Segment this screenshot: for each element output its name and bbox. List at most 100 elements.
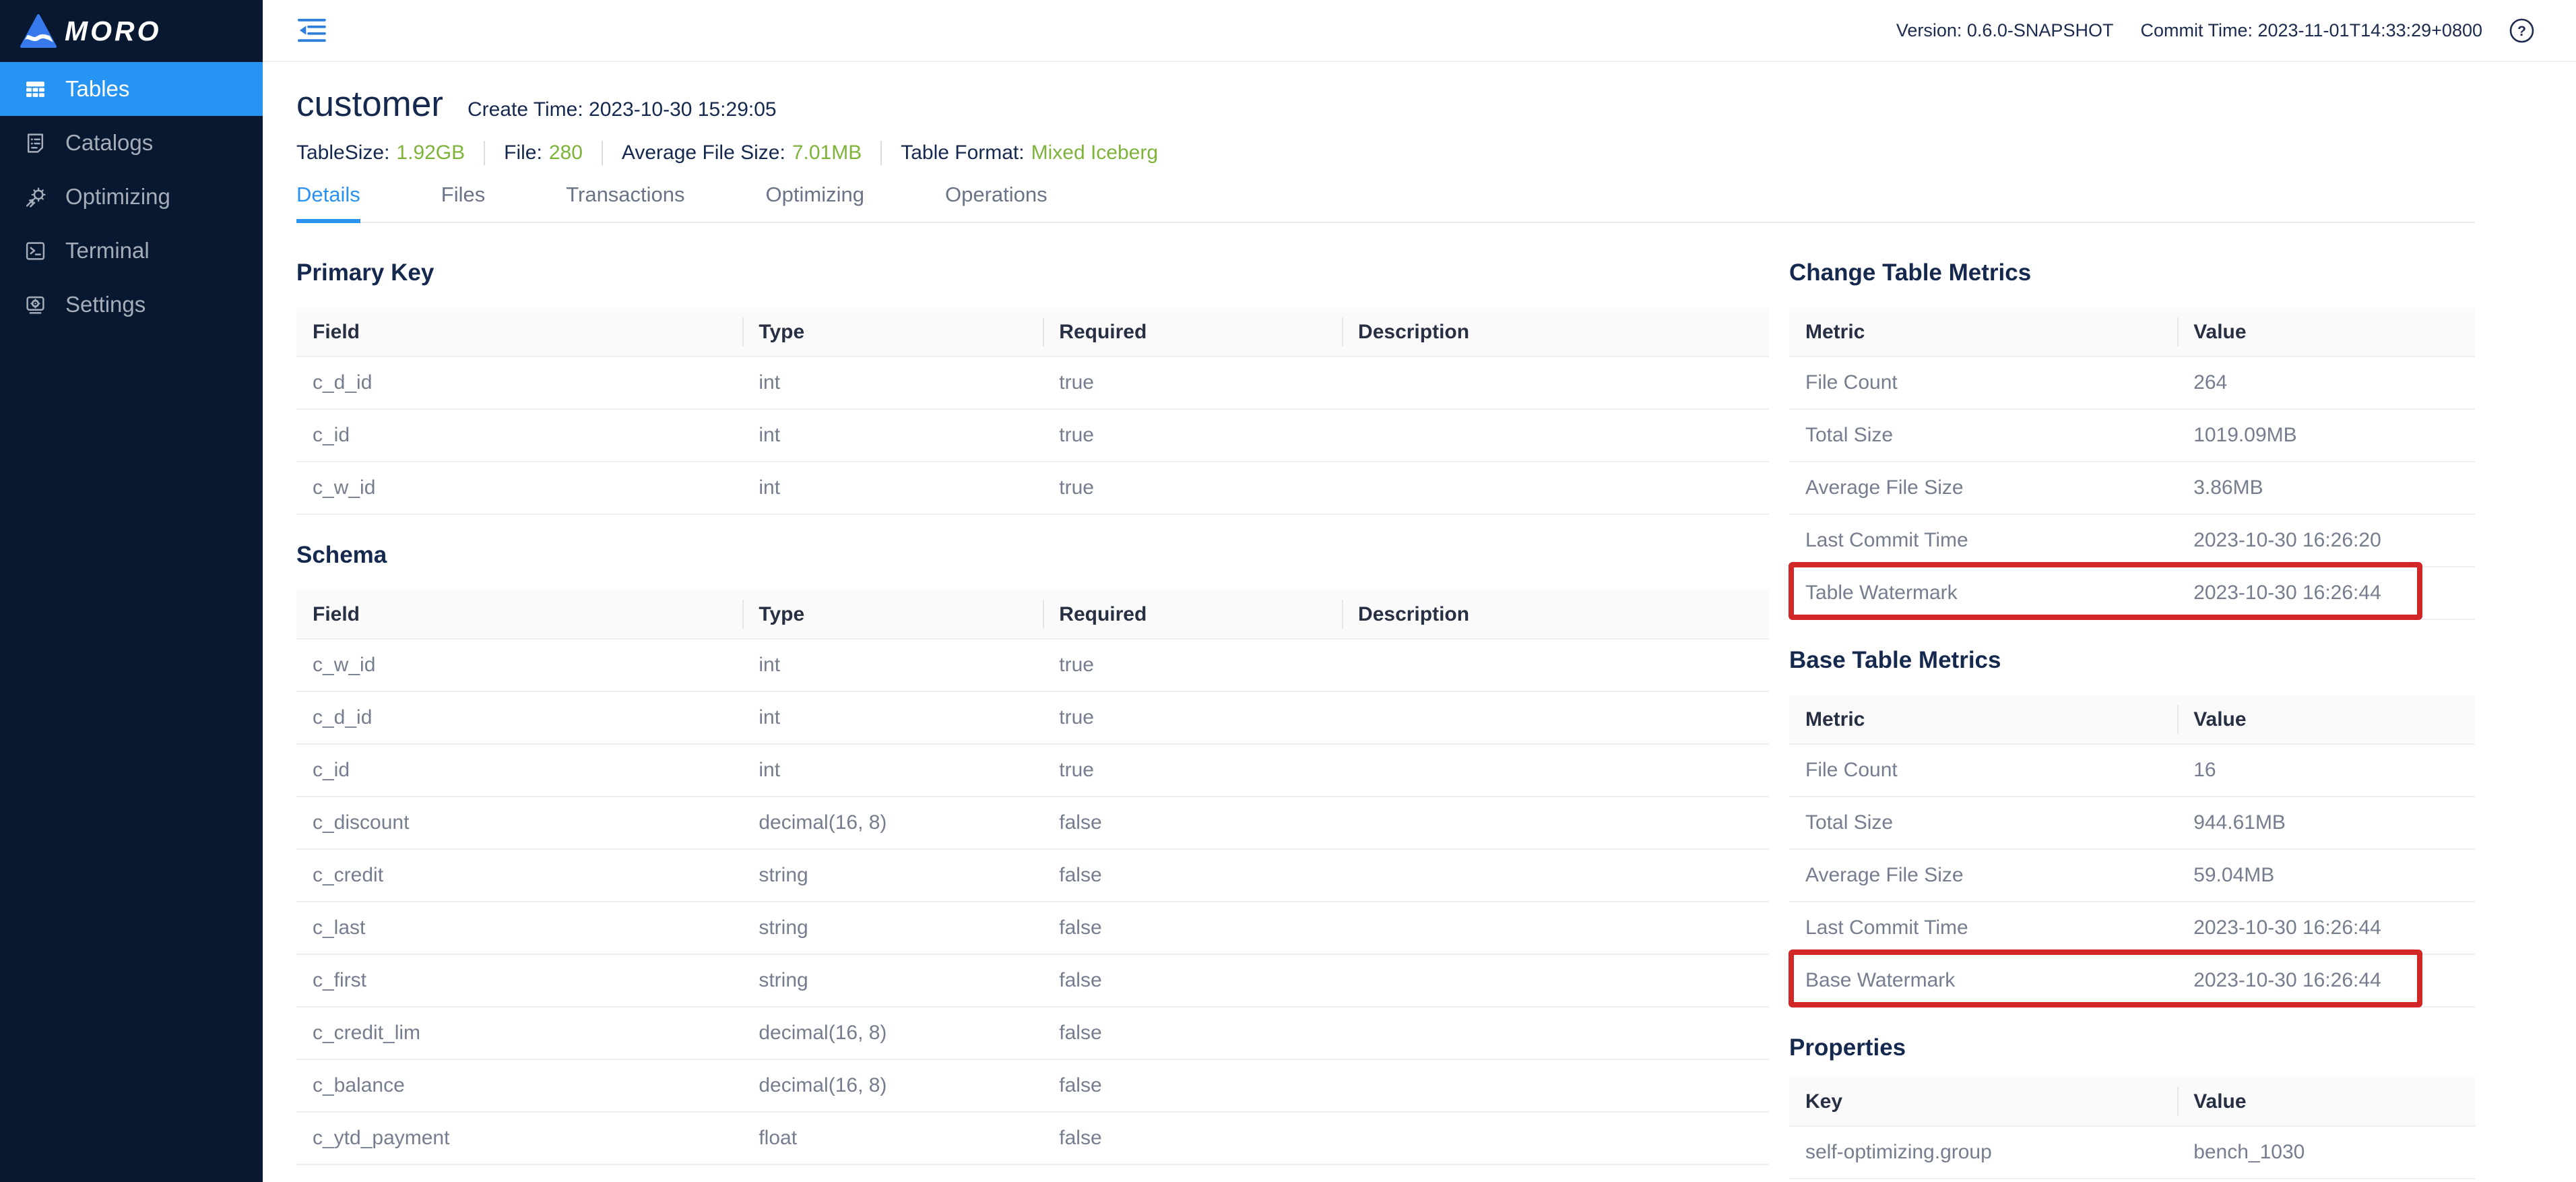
tab-operations[interactable]: Operations xyxy=(945,177,1048,223)
table-cell: int xyxy=(742,691,1043,744)
table-row: Average File Size59.04MB xyxy=(1789,849,2475,902)
table-cell: c_credit xyxy=(296,849,742,902)
stat-value: 280 xyxy=(549,142,583,164)
table-row: c_laststringfalse xyxy=(296,902,1769,954)
table-stats: TableSize: 1.92GB File: 280 Average File… xyxy=(296,141,2475,165)
table-cell: 2023-10-30 16:26:44 xyxy=(2177,902,2475,954)
table-cell: c_id xyxy=(296,744,742,797)
table-row: c_payment_cntintfalse xyxy=(296,1164,1769,1182)
table-cell: Base Watermark xyxy=(1789,954,2177,1007)
sidebar-item-label: Catalogs xyxy=(65,130,153,156)
table-cell: false xyxy=(1043,1164,1342,1182)
table-cell xyxy=(1342,1007,1769,1059)
stat-label: TableSize: xyxy=(296,142,389,164)
table-cell: true xyxy=(1043,462,1342,514)
stat-value: 7.01MB xyxy=(792,142,862,164)
table-cell: false xyxy=(1043,954,1342,1007)
table-cell: c_payment_cnt xyxy=(296,1164,742,1182)
sidebar-item-optimizing[interactable]: Optimizing xyxy=(0,170,263,224)
table-cell: c_w_id xyxy=(296,462,742,514)
table-cell: int xyxy=(742,639,1043,691)
settings-icon xyxy=(24,294,46,316)
properties-heading: Properties xyxy=(1789,1034,2475,1061)
table-cell: Average File Size xyxy=(1789,849,2177,902)
menu-fold-icon[interactable] xyxy=(298,18,326,43)
table-row: Total Size944.61MB xyxy=(1789,797,2475,849)
table-cell: c_balance xyxy=(296,1059,742,1112)
optimizing-icon xyxy=(24,186,46,208)
table-row: c_idinttrue xyxy=(296,744,1769,797)
tables-icon xyxy=(24,78,46,100)
table-cell: false xyxy=(1043,1007,1342,1059)
main-area: Version: 0.6.0-SNAPSHOT Commit Time: 202… xyxy=(263,0,2576,1182)
stat-avg-file-size: Average File Size: 7.01MB xyxy=(602,141,862,165)
sidebar-menu: Tables Catalogs xyxy=(0,62,263,332)
sidebar-item-catalogs[interactable]: Catalogs xyxy=(0,116,263,170)
tab-optimizing[interactable]: Optimizing xyxy=(766,177,864,223)
table-cell xyxy=(1342,462,1769,514)
table-cell: true xyxy=(1043,744,1342,797)
table-cell: Total Size xyxy=(1789,409,2177,462)
sidebar-item-terminal[interactable]: Terminal xyxy=(0,224,263,278)
tab-transactions[interactable]: Transactions xyxy=(566,177,684,223)
table-cell: Total Size xyxy=(1789,797,2177,849)
stat-table-format: Table Format: Mixed Iceberg xyxy=(880,141,1158,165)
table-cell: string xyxy=(742,849,1043,902)
column-header: Required xyxy=(1043,590,1342,639)
table-row: c_w_idinttrue xyxy=(296,462,1769,514)
table-row: c_balancedecimal(16, 8)false xyxy=(296,1059,1769,1112)
app-name: MORO xyxy=(65,15,162,47)
table-header-row: Key Value xyxy=(1789,1078,2475,1126)
column-header: Type xyxy=(742,590,1043,639)
table-cell: true xyxy=(1043,409,1342,462)
table-header-row: Metric Value xyxy=(1789,308,2475,356)
stat-label: Table Format: xyxy=(901,142,1024,164)
stat-label: File: xyxy=(504,142,542,164)
table-cell xyxy=(1342,1164,1769,1182)
table-cell: 944.61MB xyxy=(2177,797,2475,849)
column-header: Value xyxy=(2177,308,2475,356)
table-cell: c_first xyxy=(296,954,742,1007)
table-cell: 1019.09MB xyxy=(2177,409,2475,462)
table-cell xyxy=(1342,1059,1769,1112)
table-cell: 2023-10-30 16:26:20 xyxy=(2177,514,2475,567)
table-cell xyxy=(1342,902,1769,954)
table-row: File Count264 xyxy=(1789,356,2475,409)
table-cell: false xyxy=(1043,797,1342,849)
stat-file-count: File: 280 xyxy=(484,141,583,165)
table-cell xyxy=(1342,1112,1769,1164)
table-cell xyxy=(1342,954,1769,1007)
table-row: Last Commit Time2023-10-30 16:26:20 xyxy=(1789,514,2475,567)
table-row: c_creditstringfalse xyxy=(296,849,1769,902)
column-header: Field xyxy=(296,308,742,356)
base-table-metrics: Metric Value File Count16Total Size944.6… xyxy=(1789,695,2475,1007)
table-cell: Last Commit Time xyxy=(1789,514,2177,567)
sidebar-item-tables[interactable]: Tables xyxy=(0,62,263,116)
sidebar-item-label: Terminal xyxy=(65,238,150,263)
tab-files[interactable]: Files xyxy=(441,177,485,223)
schema-table: Field Type Required Description c_w_idin… xyxy=(296,590,1769,1182)
catalogs-icon xyxy=(24,132,46,154)
sidebar-item-settings[interactable]: Settings xyxy=(0,278,263,332)
app-logo[interactable]: MORO xyxy=(0,0,263,62)
table-cell: c_credit_lim xyxy=(296,1007,742,1059)
tab-details[interactable]: Details xyxy=(296,177,360,223)
help-question-icon[interactable]: ? xyxy=(2509,18,2534,43)
table-cell xyxy=(1342,744,1769,797)
column-header: Type xyxy=(742,308,1043,356)
table-row-highlighted: Base Watermark2023-10-30 16:26:44 xyxy=(1789,954,2475,1007)
table-cell: float xyxy=(742,1112,1043,1164)
table-cell: Table Watermark xyxy=(1789,567,2177,619)
table-cell: Average File Size xyxy=(1789,462,2177,514)
table-cell: int xyxy=(742,409,1043,462)
right-column: Change Table Metrics Metric Value File C… xyxy=(1789,223,2475,1182)
detail-tabs: Details Files Transactions Optimizing Op… xyxy=(296,177,2475,223)
terminal-icon xyxy=(24,240,46,262)
table-cell: File Count xyxy=(1789,356,2177,409)
properties-table: Key Value self-optimizing.groupbench_103… xyxy=(1789,1078,2475,1179)
column-header: Value xyxy=(2177,1078,2475,1126)
table-cell: c_d_id xyxy=(296,691,742,744)
table-cell: c_w_id xyxy=(296,639,742,691)
table-row-highlighted: Table Watermark2023-10-30 16:26:44 xyxy=(1789,567,2475,619)
sidebar-item-label: Optimizing xyxy=(65,184,170,210)
